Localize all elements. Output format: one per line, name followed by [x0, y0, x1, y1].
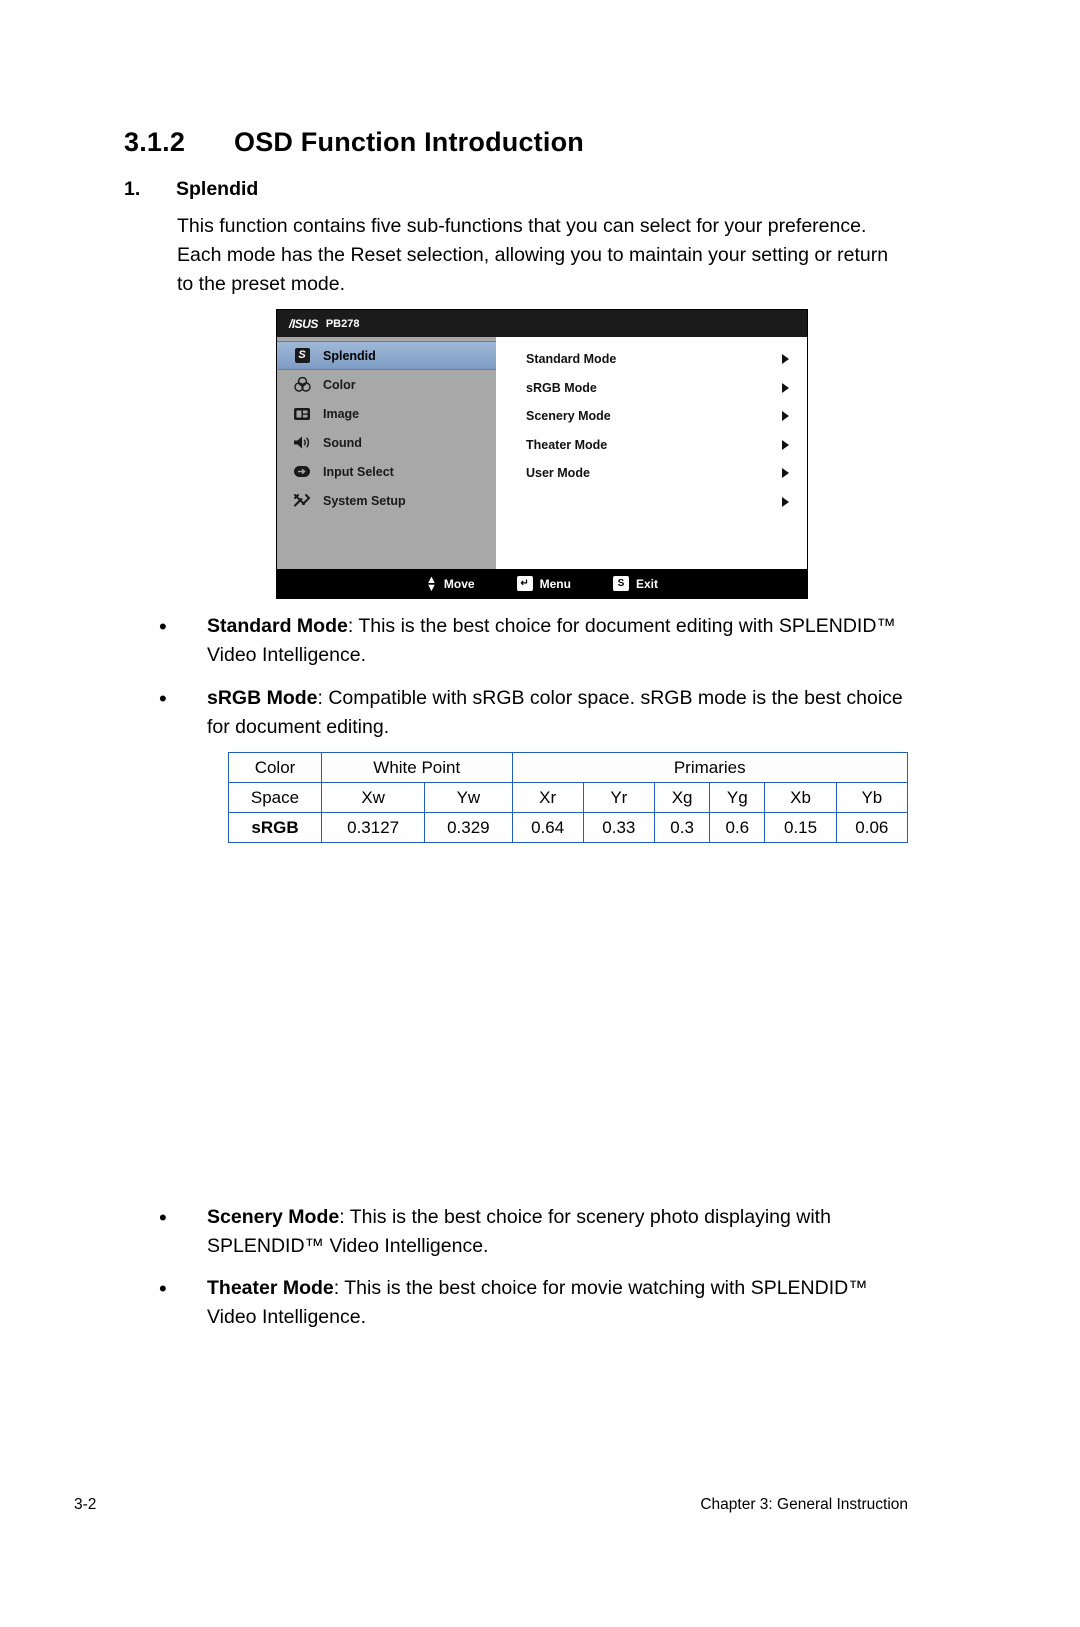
- osd-menu-label: Sound: [323, 435, 362, 450]
- splendid-icon: S: [291, 347, 313, 365]
- bullet-term: sRGB Mode: [207, 687, 318, 709]
- table-cell-xb: 0.15: [764, 812, 837, 843]
- chevron-right-icon: [782, 411, 789, 422]
- color-icon: [291, 376, 313, 394]
- subsection-title: Splendid: [176, 178, 259, 200]
- table-cell-yr: 0.33: [582, 812, 655, 843]
- osd-footer-exit[interactable]: S Exit: [612, 576, 658, 591]
- osd-menu-item-image[interactable]: Image: [277, 399, 496, 428]
- section-title: OSD Function Introduction: [234, 127, 584, 157]
- table-header-space: Space: [228, 782, 322, 813]
- table-header-yr: Yr: [582, 782, 655, 813]
- table-header-yb: Yb: [835, 782, 909, 813]
- bullet-theater-mode: • Theater Mode: This is the best choice …: [159, 1274, 912, 1332]
- bullet-dot: •: [159, 686, 167, 711]
- table-header-yg: Yg: [709, 782, 766, 813]
- osd-option-scenery-mode[interactable]: Scenery Mode: [496, 402, 807, 431]
- page-number: 3-2: [74, 1496, 97, 1513]
- osd-footer-bar: ▲ ▼ Move ↵ Menu S Exit: [277, 569, 807, 598]
- table-cell-yb: 0.06: [835, 812, 909, 843]
- osd-menu-item-input-select[interactable]: Input Select: [277, 457, 496, 486]
- osd-option-label: Theater Mode: [526, 437, 608, 452]
- osd-menu-item-splendid[interactable]: S Splendid: [277, 341, 496, 370]
- section-number: 3.1.2: [124, 127, 186, 157]
- osd-option-extra[interactable]: [496, 488, 807, 517]
- osd-menu-list: S Splendid Color Image Sound Input Selec…: [277, 337, 496, 569]
- osd-option-label: Scenery Mode: [526, 409, 611, 424]
- table-header-color: Color: [228, 752, 322, 783]
- osd-option-user-mode[interactable]: User Mode: [496, 459, 807, 488]
- bullet-dot: •: [159, 1276, 167, 1301]
- osd-options-panel: Standard Mode sRGB Mode Scenery Mode The…: [496, 337, 807, 569]
- osd-screenshot: /ISUS PB278 S Splendid Color Image Sound…: [276, 309, 808, 599]
- table-cell-srgb-label: sRGB: [228, 812, 322, 843]
- chevron-right-icon: [782, 439, 789, 450]
- document-page: 3.1.2 OSD Function Introduction 1. Splendi…: [0, 0, 1080, 1627]
- intro-paragraph: This function contains five sub-function…: [177, 215, 889, 295]
- osd-footer-move[interactable]: ▲ ▼ Move: [426, 573, 475, 594]
- asus-logo: /ISUS: [289, 316, 318, 331]
- osd-menu-item-sound[interactable]: Sound: [277, 428, 496, 457]
- up-down-arrows-icon: ▲ ▼: [426, 573, 437, 594]
- bullet-scenery-mode: • Scenery Mode: This is the best choice …: [159, 1203, 912, 1261]
- osd-menu-label: Color: [323, 377, 356, 392]
- osd-menu-label: Input Select: [323, 464, 394, 479]
- osd-menu-item-system-setup[interactable]: System Setup: [277, 486, 496, 515]
- osd-title-bar: /ISUS PB278: [277, 310, 807, 337]
- osd-option-label: User Mode: [526, 466, 590, 481]
- chevron-right-icon: [782, 354, 789, 365]
- osd-body: S Splendid Color Image Sound Input Selec…: [277, 337, 807, 569]
- table-header-xg: Xg: [653, 782, 711, 813]
- table-header-xr: Xr: [511, 782, 584, 813]
- table-cell-xg: 0.3: [653, 812, 711, 843]
- exit-icon: S: [612, 576, 629, 591]
- table-header-primaries: Primaries: [511, 752, 908, 783]
- osd-option-label: sRGB Mode: [526, 380, 597, 395]
- osd-option-standard-mode[interactable]: Standard Mode: [496, 345, 807, 374]
- osd-menu-item-color[interactable]: Color: [277, 370, 496, 399]
- osd-option-label: Standard Mode: [526, 352, 617, 367]
- osd-menu-label: Image: [323, 406, 360, 421]
- menu-enter-icon: ↵: [516, 576, 533, 591]
- chevron-right-icon: [782, 468, 789, 479]
- osd-footer-label: Menu: [539, 576, 571, 591]
- subsection-number: 1.: [124, 178, 141, 200]
- table-row: Color White Point Primaries: [228, 752, 908, 783]
- osd-footer-label: Exit: [635, 576, 658, 591]
- osd-menu-label: Splendid: [323, 348, 376, 363]
- osd-model: PB278: [325, 317, 360, 330]
- chapter-footer: Chapter 3: General Instruction: [700, 1496, 908, 1513]
- chevron-right-icon: [782, 496, 789, 507]
- bullet-term: Scenery Mode: [207, 1206, 340, 1228]
- chevron-right-icon: [782, 382, 789, 393]
- osd-menu-label: System Setup: [323, 493, 406, 508]
- srgb-color-space-table: Color White Point Primaries Space Xw Yw …: [228, 752, 909, 843]
- table-header-yw: Yw: [424, 782, 513, 813]
- table-row: Space Xw Yw Xr Yr Xg Yg Xb Yb: [228, 782, 909, 813]
- osd-option-theater-mode[interactable]: Theater Mode: [496, 431, 807, 460]
- bullet-dot: •: [159, 1205, 167, 1230]
- bullet-srgb-mode: • sRGB Mode: Compatible with sRGB color …: [159, 684, 912, 742]
- system-setup-icon: [291, 492, 313, 510]
- table-header-xb: Xb: [764, 782, 837, 813]
- osd-footer-menu[interactable]: ↵ Menu: [516, 576, 571, 591]
- table-cell-yg: 0.6: [709, 812, 766, 843]
- osd-option-srgb-mode[interactable]: sRGB Mode: [496, 374, 807, 403]
- table-row: sRGB 0.3127 0.329 0.64 0.33 0.3 0.6 0.15…: [228, 812, 909, 843]
- table-header-white-point: White Point: [321, 752, 513, 783]
- input-select-icon: [291, 463, 313, 481]
- bullet-standard-mode: • Standard Mode: This is the best choice…: [159, 612, 912, 670]
- section-heading: 3.1.2 OSD Function Introduction: [124, 127, 584, 158]
- table-cell-xr: 0.64: [511, 812, 584, 843]
- osd-footer-label: Move: [443, 576, 475, 591]
- bullet-term: Standard Mode: [207, 615, 348, 637]
- sound-icon: [291, 434, 313, 452]
- table-cell-xw: 0.3127: [320, 812, 426, 843]
- subsection-heading: 1. Splendid: [124, 178, 258, 201]
- bullet-term: Theater Mode: [207, 1277, 334, 1299]
- bullet-dot: •: [159, 614, 167, 639]
- image-icon: [291, 405, 313, 423]
- table-header-xw: Xw: [320, 782, 426, 813]
- table-cell-yw: 0.329: [424, 812, 513, 843]
